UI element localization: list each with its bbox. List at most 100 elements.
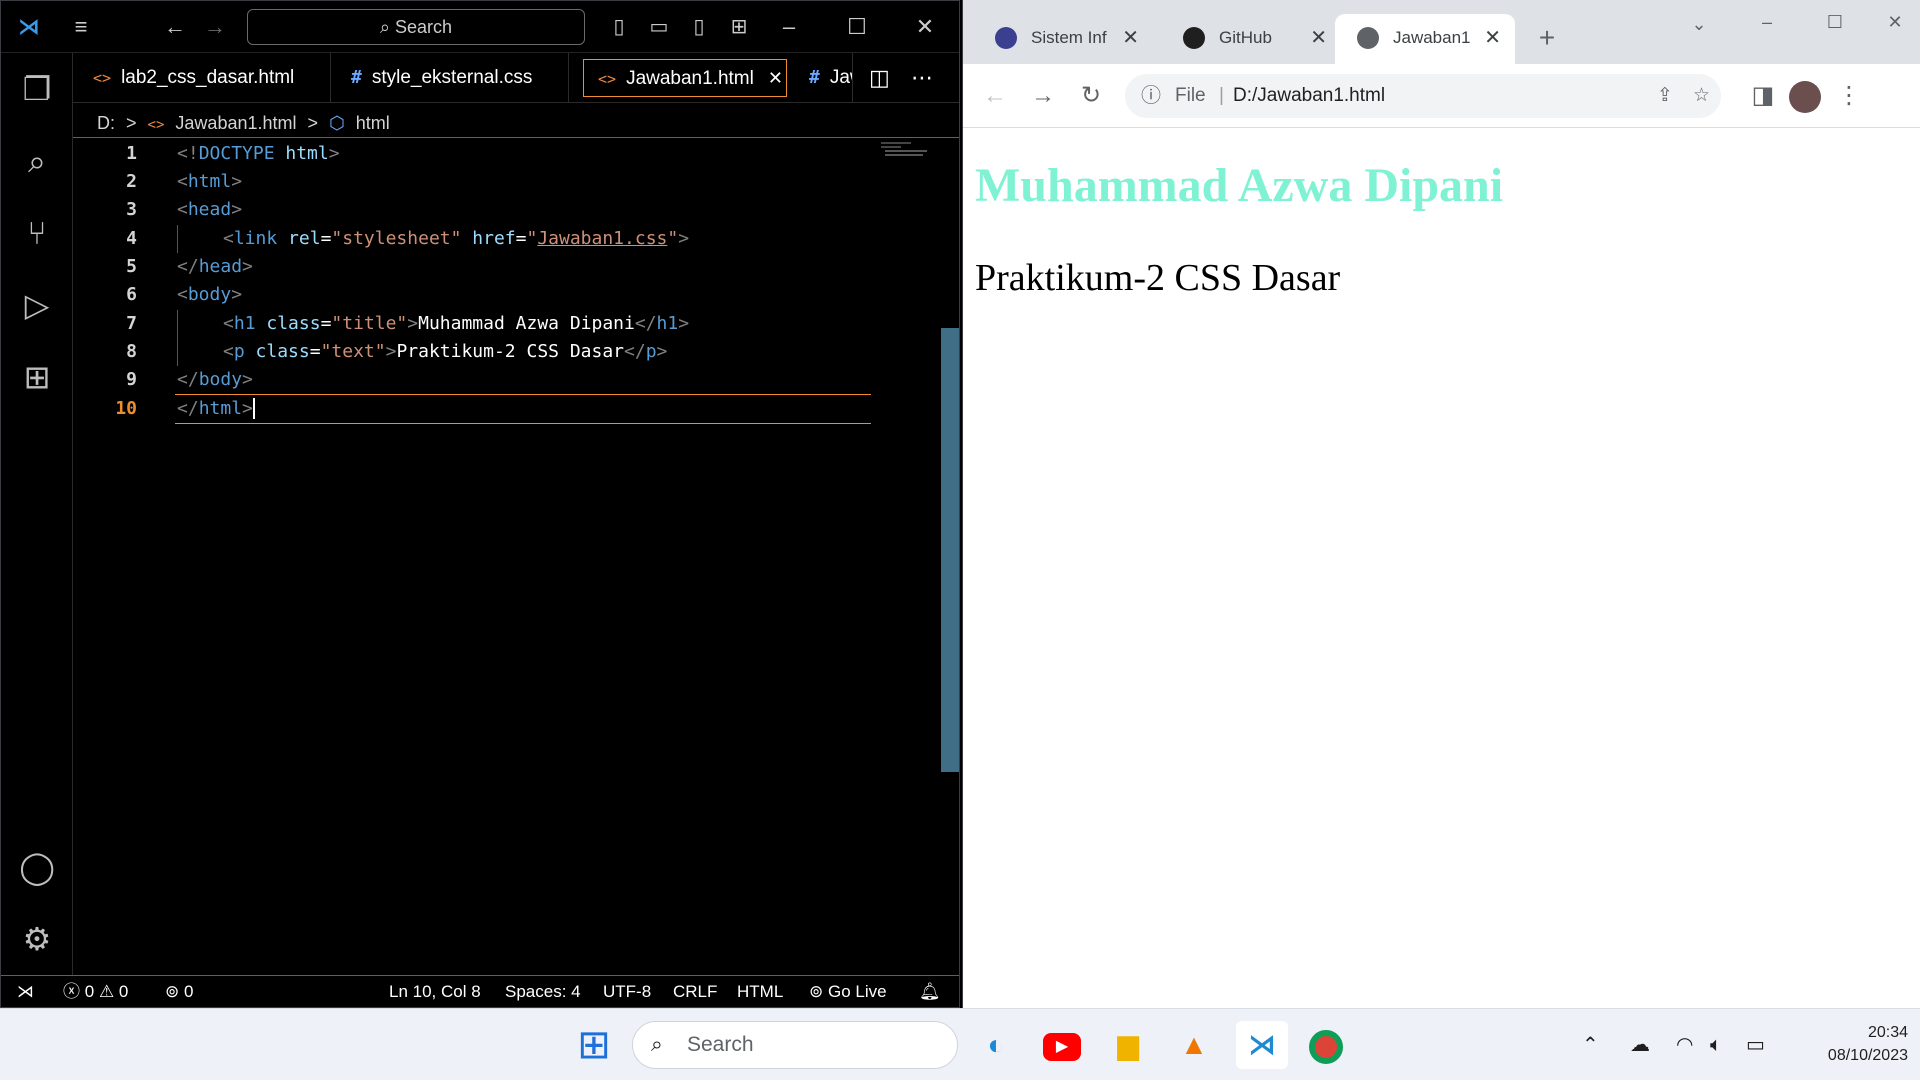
notifications-bell-icon[interactable]: 🔔︎ — [919, 976, 941, 1007]
toggle-panel-icon[interactable]: ▭ — [641, 1, 677, 53]
side-panel-icon[interactable]: ◨ — [1743, 64, 1783, 128]
editor-tabs: <> lab2_css_dasar.html # style_eksternal.c… — [73, 53, 959, 103]
vlc-icon[interactable]: ▲ — [1170, 1021, 1218, 1069]
split-editor-icon[interactable]: ◫ — [863, 53, 899, 103]
code-line-7: <h1 class="title">Muhammad Azwa Dipani</… — [223, 310, 689, 338]
close-tab-icon[interactable]: ✕ — [1122, 14, 1139, 62]
menu-icon[interactable]: ≡ — [59, 1, 103, 53]
problems-indicator[interactable]: ⓧ 0 ⚠ 0 — [63, 976, 128, 1007]
minimize-icon[interactable]: – — [767, 1, 811, 53]
toggle-secondary-sidebar-icon[interactable]: ▯ — [681, 1, 717, 53]
browser-toolbar: ← → ↻ ⓘ File | D:/Jawaban1.html ⇪ ☆ ◨ ⋮ — [963, 64, 1920, 128]
system-clock[interactable]: 20:34 08/10/2023 — [1788, 1021, 1908, 1067]
run-debug-icon[interactable]: ▷ — [1, 275, 73, 335]
search-view-icon[interactable]: ⌕ — [1, 131, 73, 191]
command-center-search[interactable]: ⌕ Search — [247, 9, 585, 45]
maximize-icon[interactable]: ☐ — [835, 1, 879, 53]
indentation[interactable]: Spaces: 4 — [505, 976, 581, 1007]
new-tab-icon[interactable]: + — [1527, 8, 1567, 68]
go-live-button[interactable]: ⊚ Go Live — [809, 976, 887, 1007]
tab-search-chevron-down-icon[interactable]: ⌄ — [1679, 0, 1719, 48]
breadcrumb-symbol[interactable]: html — [356, 113, 390, 133]
reload-icon[interactable]: ↻ — [1071, 64, 1111, 128]
link-token[interactable]: Jawaban1.css — [537, 228, 667, 249]
battery-icon[interactable]: ▭ — [1746, 1009, 1765, 1080]
minimize-icon[interactable]: – — [1747, 0, 1787, 44]
tab-jawaban-css[interactable]: # Jaw — [793, 53, 853, 103]
profile-avatar[interactable] — [1785, 64, 1825, 128]
maximize-icon[interactable]: ☐ — [1815, 0, 1855, 44]
close-icon[interactable]: ✕ — [1875, 0, 1915, 44]
show-hidden-icons-chevron-up-icon[interactable]: ⌃ — [1582, 1009, 1599, 1080]
token: = — [515, 228, 527, 249]
back-arrow-icon[interactable]: ← — [975, 64, 1015, 128]
tab-github[interactable]: GitHub ✕ — [1161, 14, 1341, 62]
more-actions-icon[interactable]: ⋯ — [905, 53, 945, 103]
ports-indicator[interactable]: ⊚ 0 — [165, 976, 193, 1007]
toggle-primary-sidebar-icon[interactable]: ▯ — [601, 1, 637, 53]
customize-layout-icon[interactable]: ⊞ — [721, 1, 757, 53]
minimap[interactable] — [879, 140, 929, 160]
code-line-8: <p class="text">Praktikum-2 CSS Dasar</p… — [223, 338, 667, 366]
source-control-icon[interactable]: ⑂ — [1, 203, 73, 263]
tab-lab2-css-dasar[interactable]: <> lab2_css_dasar.html — [73, 53, 331, 103]
line-number: 4 — [126, 228, 137, 249]
extensions-icon[interactable]: ⊞ — [1, 347, 73, 407]
token: < — [223, 313, 234, 334]
language-mode[interactable]: HTML — [737, 976, 783, 1007]
settings-gear-icon[interactable]: ⚙ — [1, 909, 73, 969]
back-arrow-icon[interactable]: ← — [155, 1, 195, 53]
indent-guide — [177, 225, 178, 253]
cursor-position[interactable]: Ln 10, Col 8 — [389, 976, 481, 1007]
address-bar[interactable]: ⓘ File | D:/Jawaban1.html ⇪ ☆ — [1125, 74, 1721, 118]
breadcrumb-drive[interactable]: D: — [97, 113, 115, 133]
chrome-icon[interactable] — [1302, 1021, 1350, 1069]
windows-start-icon[interactable]: ⊞ — [570, 1021, 618, 1069]
tab-jawaban1-html[interactable]: <> Jawaban1.html ✕ — [583, 59, 787, 97]
forward-arrow-icon[interactable]: → — [195, 1, 235, 53]
explorer-icon[interactable]: ❐ — [1, 59, 73, 119]
tab-style-eksternal[interactable]: # style_eksternal.css — [331, 53, 569, 103]
close-tab-icon[interactable]: ✕ — [1484, 14, 1501, 62]
line-number: 10 — [115, 398, 137, 419]
editor-scrollbar[interactable] — [941, 328, 959, 772]
forward-arrow-icon[interactable]: → — [1023, 64, 1063, 128]
token: < — [177, 284, 188, 305]
url-text: D:/Jawaban1.html — [1233, 85, 1386, 106]
share-icon[interactable]: ⇪ — [1657, 74, 1673, 118]
youtube-icon[interactable]: ▶ — [1038, 1021, 1086, 1069]
token: > — [656, 341, 668, 362]
breadcrumb-file[interactable]: Jawaban1.html — [175, 113, 296, 133]
info-icon: ⓘ — [1141, 85, 1161, 107]
volume-icon[interactable]: 🔈︎ — [1710, 1009, 1722, 1080]
code-editor[interactable]: 1 2 3 4 5 6 7 8 9 10 <!DOCTYPE html> <ht… — [73, 137, 959, 975]
token: > — [242, 256, 253, 277]
css-file-icon: # — [351, 67, 362, 88]
token: " — [526, 228, 538, 249]
token: class — [255, 313, 321, 334]
encoding[interactable]: UTF-8 — [603, 976, 651, 1007]
close-icon[interactable]: ✕ — [903, 1, 947, 53]
edge-icon[interactable]: ◐ — [972, 1021, 1020, 1069]
bookmark-star-icon[interactable]: ☆ — [1693, 74, 1710, 118]
token: </ — [177, 369, 199, 390]
vscode-titlebar: ⋊ ≡ ← → ⌕ Search ▯ ▭ ▯ ⊞ – ☐ ✕ — [1, 1, 959, 53]
close-tab-icon[interactable]: ✕ — [1310, 14, 1327, 62]
token: p — [233, 341, 245, 362]
vscode-taskbar-icon[interactable]: ⋊ — [1236, 1021, 1288, 1069]
token: > — [678, 228, 690, 249]
tab-jawaban1[interactable]: Jawaban1 ✕ — [1335, 14, 1515, 64]
token: > — [385, 341, 397, 362]
remote-icon[interactable]: ⋊ — [17, 976, 34, 1007]
close-tab-icon[interactable]: ✕ — [768, 68, 783, 88]
more-menu-icon[interactable]: ⋮ — [1829, 64, 1869, 128]
onedrive-cloud-icon[interactable]: ☁ — [1630, 1009, 1650, 1080]
accounts-icon[interactable]: ◯ — [1, 837, 73, 897]
tab-sistem-informasi[interactable]: Sistem Inf ✕ — [973, 14, 1153, 62]
wifi-icon[interactable]: ◠ — [1676, 1009, 1693, 1080]
taskbar: ⊞ ⌕ Search ◐ ▶ ▆ ▲ ⋊ ⌃ ☁ ◠ 🔈︎ ▭ 20:34 08/… — [0, 1008, 1920, 1080]
browser-tab-strip: Sistem Inf ✕ GitHub ✕ Jawaban1 ✕ + ⌄ – ☐ ✕ — [963, 0, 1920, 64]
taskbar-search[interactable]: ⌕ Search — [632, 1021, 958, 1069]
line-ending[interactable]: CRLF — [673, 976, 717, 1007]
file-explorer-icon[interactable]: ▆ — [1104, 1021, 1152, 1069]
